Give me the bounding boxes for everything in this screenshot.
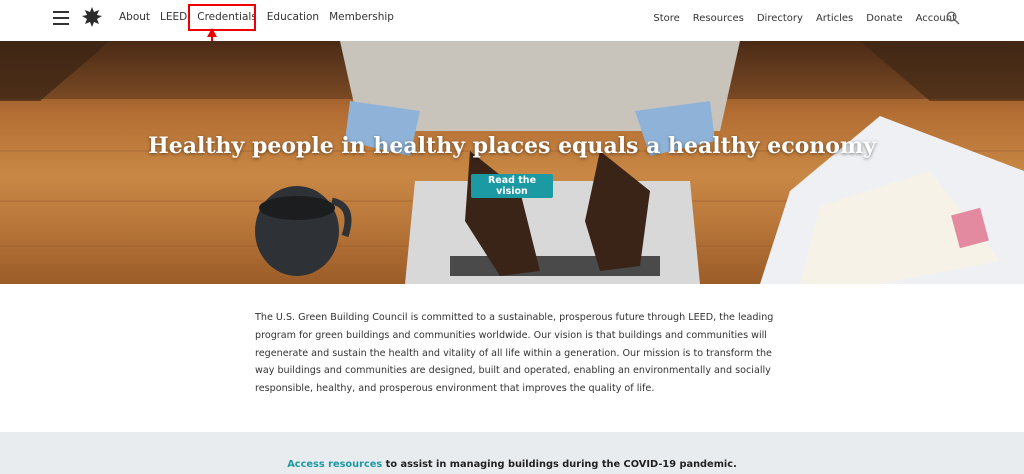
covid-message: Access resources to assist in managing b…	[0, 459, 1024, 470]
nav-education[interactable]: Education	[267, 11, 319, 23]
primary-nav: About LEED Credentials Education Members…	[119, 11, 404, 23]
nav-articles[interactable]: Articles	[816, 13, 853, 24]
hero-title: Healthy people in healthy places equals …	[147, 133, 877, 159]
read-the-vision-button[interactable]: Read the vision	[471, 174, 553, 198]
menu-icon[interactable]	[53, 11, 69, 25]
usgbc-logo[interactable]	[81, 6, 103, 28]
hero-banner: Healthy people in healthy places equals …	[0, 41, 1024, 284]
intro-paragraph: The U.S. Green Building Council is commi…	[255, 312, 774, 395]
nav-donate[interactable]: Donate	[866, 13, 902, 24]
nav-store[interactable]: Store	[653, 13, 679, 24]
nav-membership[interactable]: Membership	[329, 11, 394, 23]
secondary-nav: Store Resources Directory Articles Donat…	[640, 13, 956, 24]
nav-leed[interactable]: LEED	[160, 11, 187, 23]
site-header: About LEED Credentials Education Members…	[0, 0, 1024, 40]
access-resources-link[interactable]: Access resources	[287, 459, 382, 470]
nav-about[interactable]: About	[119, 11, 150, 23]
covid-banner: Access resources to assist in managing b…	[0, 432, 1024, 474]
nav-directory[interactable]: Directory	[757, 13, 803, 24]
search-icon[interactable]	[946, 11, 960, 25]
hero-illustration	[0, 41, 1024, 284]
covid-message-text: to assist in managing buildings during t…	[382, 459, 737, 470]
nav-resources[interactable]: Resources	[693, 13, 744, 24]
